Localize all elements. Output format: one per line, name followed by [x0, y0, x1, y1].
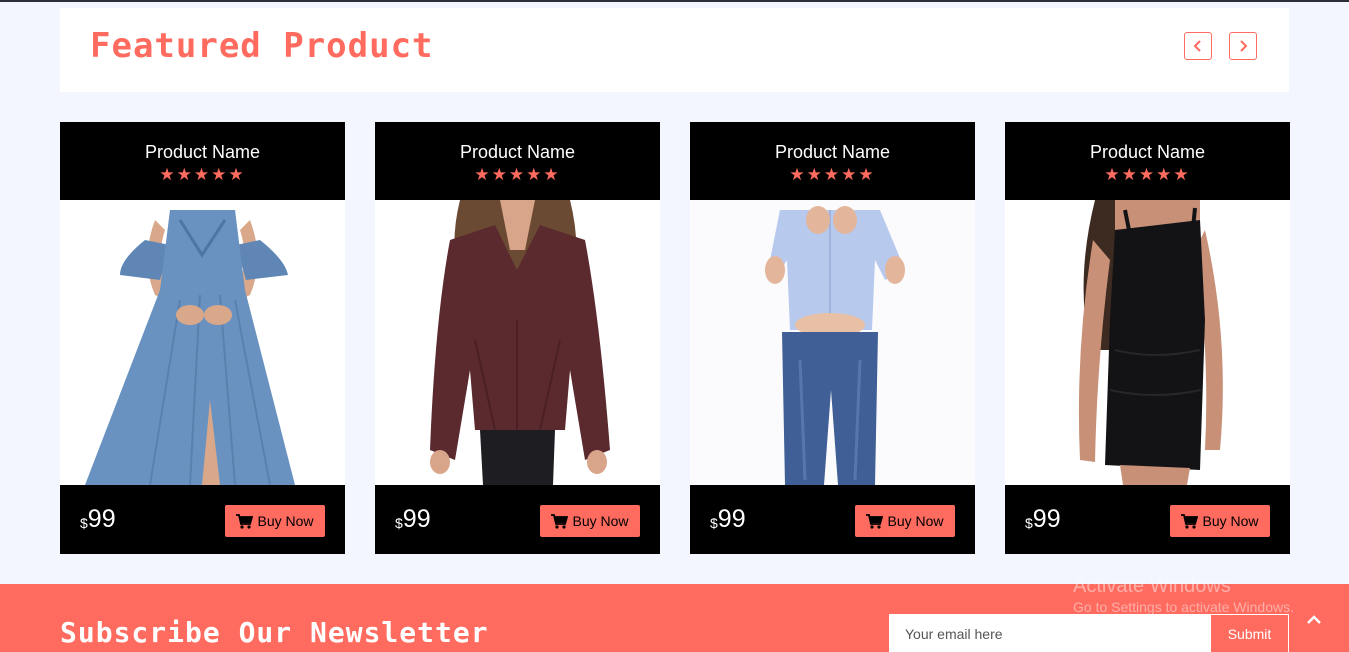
star-icon: ★ — [806, 165, 824, 185]
product-card: Product Name ★★★★★ $99 Buy Now — [690, 122, 975, 554]
star-icon: ★ — [858, 165, 876, 185]
star-icon: ★ — [543, 165, 561, 185]
product-image-maroon-blouse[interactable] — [375, 200, 660, 485]
star-icon: ★ — [526, 165, 544, 185]
card-header: Product Name ★★★★★ — [375, 122, 660, 200]
star-icon: ★ — [789, 165, 807, 185]
product-name: Product Name — [459, 142, 576, 162]
product-name: Product Name — [144, 142, 261, 162]
currency-symbol: $ — [710, 515, 718, 531]
star-icon: ★ — [211, 165, 229, 185]
card-header: Product Name ★★★★★ — [60, 122, 345, 200]
star-icon: ★ — [228, 165, 246, 185]
newsletter-title: Subscribe Our Newsletter — [60, 616, 489, 649]
rating-stars: ★★★★★ — [60, 166, 345, 184]
product-price: $99 — [80, 505, 116, 534]
buy-now-label: Buy Now — [887, 513, 944, 529]
price-amount: 99 — [87, 505, 116, 533]
section-title: Featured Product — [90, 26, 434, 66]
card-footer: $99 Buy Now — [375, 485, 660, 554]
product-card: Product Name ★★★★★ $99 Buy Now — [1005, 122, 1290, 554]
star-icon: ★ — [823, 165, 842, 185]
email-field[interactable] — [889, 614, 1210, 652]
star-icon: ★ — [1156, 165, 1174, 185]
star-icon: ★ — [491, 165, 509, 185]
cart-icon — [236, 513, 254, 529]
submit-button[interactable]: Submit — [1210, 614, 1289, 652]
currency-symbol: $ — [1025, 515, 1033, 531]
cart-icon — [866, 513, 884, 529]
star-icon: ★ — [159, 165, 177, 185]
card-header: Product Name ★★★★★ — [1005, 122, 1290, 200]
rating-stars: ★★★★★ — [1005, 166, 1290, 184]
product-image-boy-jeans[interactable] — [690, 200, 975, 485]
carousel-next-button[interactable] — [1229, 32, 1257, 60]
scroll-to-top-button[interactable] — [1300, 610, 1328, 630]
buy-now-button[interactable]: Buy Now — [1170, 505, 1270, 537]
product-image-blue-dress[interactable] — [60, 200, 345, 485]
product-price: $99 — [710, 505, 746, 534]
newsletter-section: Subscribe Our Newsletter Submit — [0, 584, 1349, 652]
card-footer: $99 Buy Now — [1005, 485, 1290, 554]
price-amount: 99 — [717, 505, 746, 533]
price-amount: 99 — [402, 505, 431, 533]
product-image-black-dress[interactable] — [1005, 200, 1290, 485]
star-icon: ★ — [1104, 165, 1122, 185]
star-icon: ★ — [176, 165, 194, 185]
star-icon: ★ — [474, 165, 492, 185]
chevron-left-icon — [1193, 40, 1201, 52]
buy-now-button[interactable]: Buy Now — [540, 505, 640, 537]
rating-stars: ★★★★★ — [375, 166, 660, 184]
buy-now-button[interactable]: Buy Now — [855, 505, 955, 537]
cart-icon — [551, 513, 569, 529]
buy-now-label: Buy Now — [257, 513, 314, 529]
star-icon: ★ — [841, 165, 859, 185]
buy-now-label: Buy Now — [572, 513, 629, 529]
buy-now-button[interactable]: Buy Now — [225, 505, 325, 537]
product-card: Product Name ★★★★★ $99 Buy Now — [60, 122, 345, 554]
rating-stars: ★★★★★ — [690, 166, 975, 184]
star-icon: ★ — [1121, 165, 1139, 185]
star-icon: ★ — [508, 165, 527, 185]
carousel-prev-button[interactable] — [1184, 32, 1212, 60]
chevron-up-icon — [1307, 615, 1321, 624]
currency-symbol: $ — [395, 515, 403, 531]
product-price: $99 — [395, 505, 431, 534]
price-amount: 99 — [1032, 505, 1061, 533]
star-icon: ★ — [193, 165, 212, 185]
star-icon: ★ — [1138, 165, 1157, 185]
star-icon: ★ — [1173, 165, 1191, 185]
featured-header: Featured Product — [60, 8, 1289, 92]
card-header: Product Name ★★★★★ — [690, 122, 975, 200]
product-name: Product Name — [774, 142, 891, 162]
card-footer: $99 Buy Now — [690, 485, 975, 554]
product-price: $99 — [1025, 505, 1061, 534]
currency-symbol: $ — [80, 515, 88, 531]
chevron-right-icon — [1240, 40, 1248, 52]
product-name: Product Name — [1089, 142, 1206, 162]
top-border — [0, 0, 1349, 2]
card-footer: $99 Buy Now — [60, 485, 345, 554]
cart-icon — [1181, 513, 1199, 529]
buy-now-label: Buy Now — [1202, 513, 1259, 529]
product-card: Product Name ★★★★★ $99 Buy Now — [375, 122, 660, 554]
